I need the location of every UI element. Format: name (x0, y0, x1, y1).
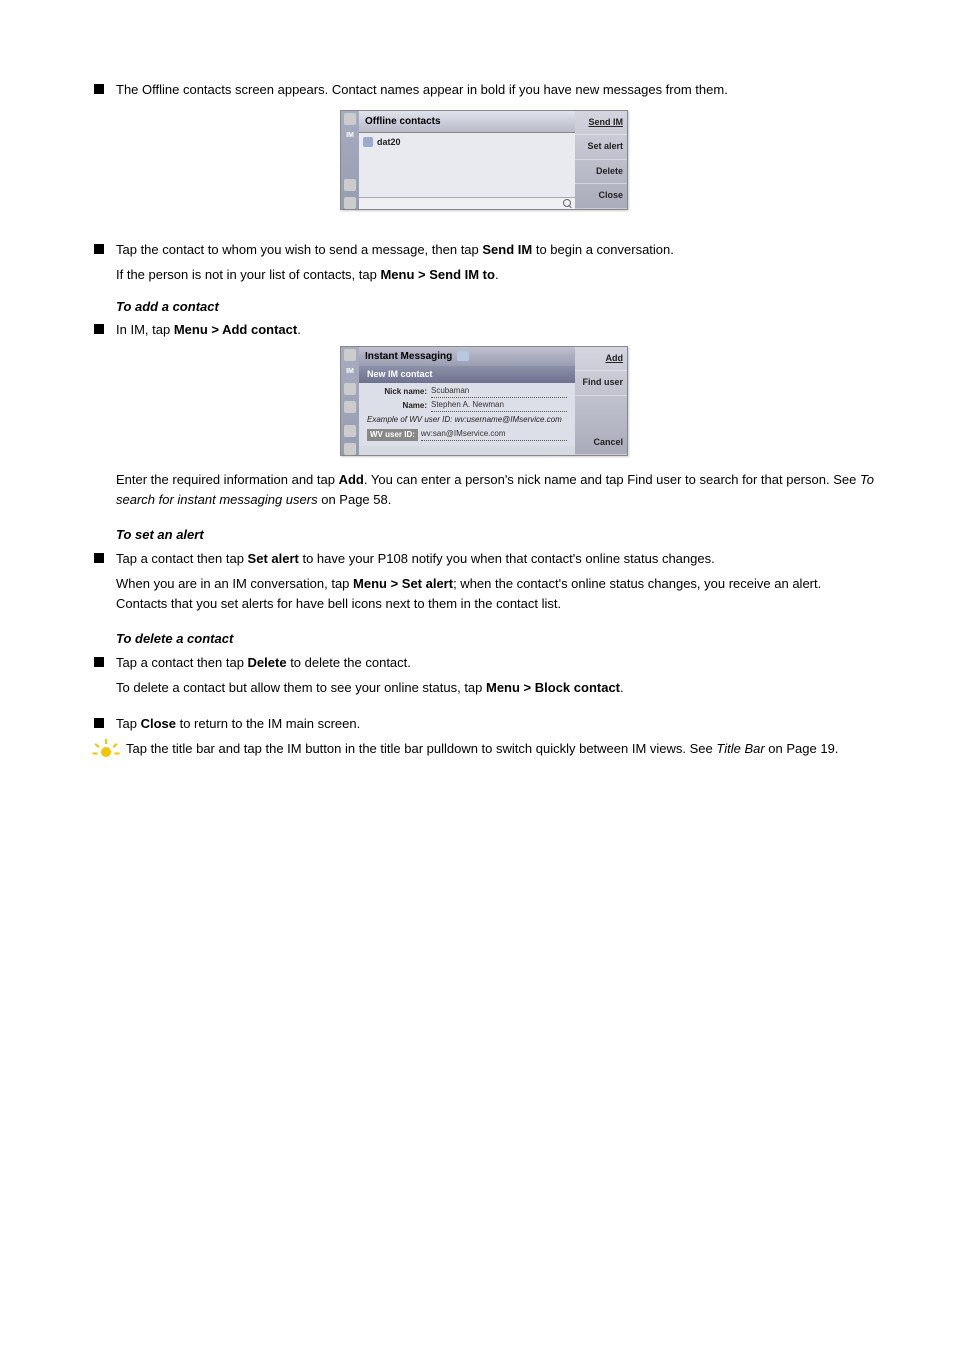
paragraph: Tap Close to return to the IM main scree… (116, 714, 874, 734)
paragraph: In IM, tap Menu > Add contact. (116, 320, 874, 340)
send-im-button: Send IM (575, 111, 627, 136)
paragraph: When you are in an IM conversation, tap … (116, 574, 874, 613)
contact-list: dat20 (359, 133, 575, 197)
text: In IM, tap (116, 322, 174, 337)
text: If the person is not in your list of con… (116, 267, 380, 282)
nickname-label: Nick name: (367, 386, 431, 398)
text: . (297, 322, 301, 337)
bold-text: Close (141, 716, 176, 731)
paragraph: Tap a contact then tap Set alert to have… (116, 549, 874, 569)
paragraph: Tap a contact then tap Delete to delete … (116, 653, 874, 673)
screenshot-sidebar: IM (341, 347, 359, 456)
heading-add-contact: To add a contact (116, 299, 219, 314)
sidebar-icon (344, 113, 356, 125)
bullet-icon (94, 657, 104, 667)
screenshot-main: Offline contacts dat20 (359, 111, 575, 209)
text: Enter the required information and tap (116, 472, 339, 487)
text: to delete the contact. (287, 655, 411, 670)
sidebar-icon (344, 425, 356, 437)
screenshot-main: Instant Messaging New IM contact Nick na… (359, 347, 575, 456)
bold-text: Send IM (482, 242, 532, 257)
text: to have your P108 notify you when that c… (299, 551, 715, 566)
heading-set-alert: To set an alert (116, 527, 204, 542)
screenshot-sidebar: IM (341, 111, 359, 209)
text: to return to the IM main screen. (176, 716, 360, 731)
bullet-icon (94, 244, 104, 254)
bullet-icon (94, 84, 104, 94)
text: on Page 19. (765, 741, 839, 756)
tip-lightbulb-icon (94, 739, 118, 763)
screenshot-buttons: Add Find user Cancel (575, 347, 627, 456)
bold-text: Delete (248, 655, 287, 670)
nickname-value: Scubaman (431, 385, 567, 398)
wv-user-id-label: WV user ID: (367, 429, 418, 441)
text: To delete a contact but allow them to se… (116, 680, 486, 695)
search-bar (359, 197, 575, 209)
person-icon (363, 137, 373, 147)
sidebar-icon (344, 197, 356, 209)
wv-user-id-value: wv:san@IMservice.com (421, 428, 567, 441)
contact-name: dat20 (377, 136, 401, 150)
paragraph: If the person is not in your list of con… (116, 265, 874, 285)
paragraph: Tap the contact to whom you wish to send… (116, 240, 874, 260)
set-alert-button: Set alert (575, 135, 627, 160)
screenshot-buttons: Send IM Set alert Delete Close (575, 111, 627, 209)
text: . You can enter a person's nick name and… (364, 472, 860, 487)
name-value: Stephen A. Newman (431, 399, 567, 412)
sidebar-icon (344, 179, 356, 191)
form-body: Nick name: Scubaman Name: Stephen A. New… (359, 383, 575, 446)
new-im-contact-screenshot: IM Instant Messaging New IM contact Nick… (340, 346, 628, 457)
contact-item: dat20 (363, 135, 571, 151)
text: Tap (116, 716, 141, 731)
text: Tap a contact then tap (116, 551, 248, 566)
text: Tap the title bar and tap the IM button … (126, 741, 716, 756)
delete-button: Delete (575, 160, 627, 185)
paragraph: To delete a contact but allow them to se… (116, 678, 874, 698)
cancel-button: Cancel (575, 431, 627, 456)
bold-text: Menu > Set alert (353, 576, 453, 591)
link-reference: Title Bar (716, 741, 764, 756)
paragraph: The Offline contacts screen appears. Con… (116, 80, 874, 100)
tip-paragraph: Tap the title bar and tap the IM button … (126, 739, 838, 759)
bold-text: Menu > Add contact (174, 322, 297, 337)
paragraph: Enter the required information and tap A… (116, 470, 874, 509)
bold-text: Menu > Block contact (486, 680, 620, 695)
bold-text: Add (339, 472, 364, 487)
close-button: Close (575, 184, 627, 209)
sidebar-label: IM (346, 367, 354, 378)
text: Tap a contact then tap (116, 655, 248, 670)
sidebar-icon (344, 383, 356, 395)
sidebar-icon (344, 349, 356, 361)
text: Tap the contact to whom you wish to send… (116, 242, 482, 257)
screenshot-header: Offline contacts (359, 111, 575, 133)
search-icon (563, 199, 571, 207)
screenshot-subheader: New IM contact (359, 366, 575, 384)
text: . (495, 267, 499, 282)
name-label: Name: (367, 400, 431, 412)
bold-text: Set alert (248, 551, 299, 566)
screenshot-title: Instant Messaging (359, 347, 575, 366)
text: on Page 58. (318, 492, 392, 507)
text: The Offline contacts screen appears. Con… (116, 82, 728, 97)
example-text: Example of WV user ID: wv:username@IMser… (367, 414, 567, 426)
title-text: Instant Messaging (365, 351, 452, 362)
chat-bubble-icon (457, 351, 469, 361)
text: . (620, 680, 624, 695)
sidebar-icon (344, 401, 356, 413)
sidebar-label: IM (346, 131, 354, 142)
bold-text: Menu > Send IM to (380, 267, 494, 282)
add-button: Add (575, 347, 627, 372)
text: to begin a conversation. (532, 242, 674, 257)
offline-contacts-screenshot: IM Offline contacts dat20 Send IM (340, 110, 628, 210)
find-user-button: Find user (575, 371, 627, 396)
sidebar-icon (344, 443, 356, 455)
bullet-icon (94, 324, 104, 334)
heading-delete-contact: To delete a contact (116, 631, 233, 646)
bullet-icon (94, 718, 104, 728)
text: When you are in an IM conversation, tap (116, 576, 353, 591)
bullet-icon (94, 553, 104, 563)
